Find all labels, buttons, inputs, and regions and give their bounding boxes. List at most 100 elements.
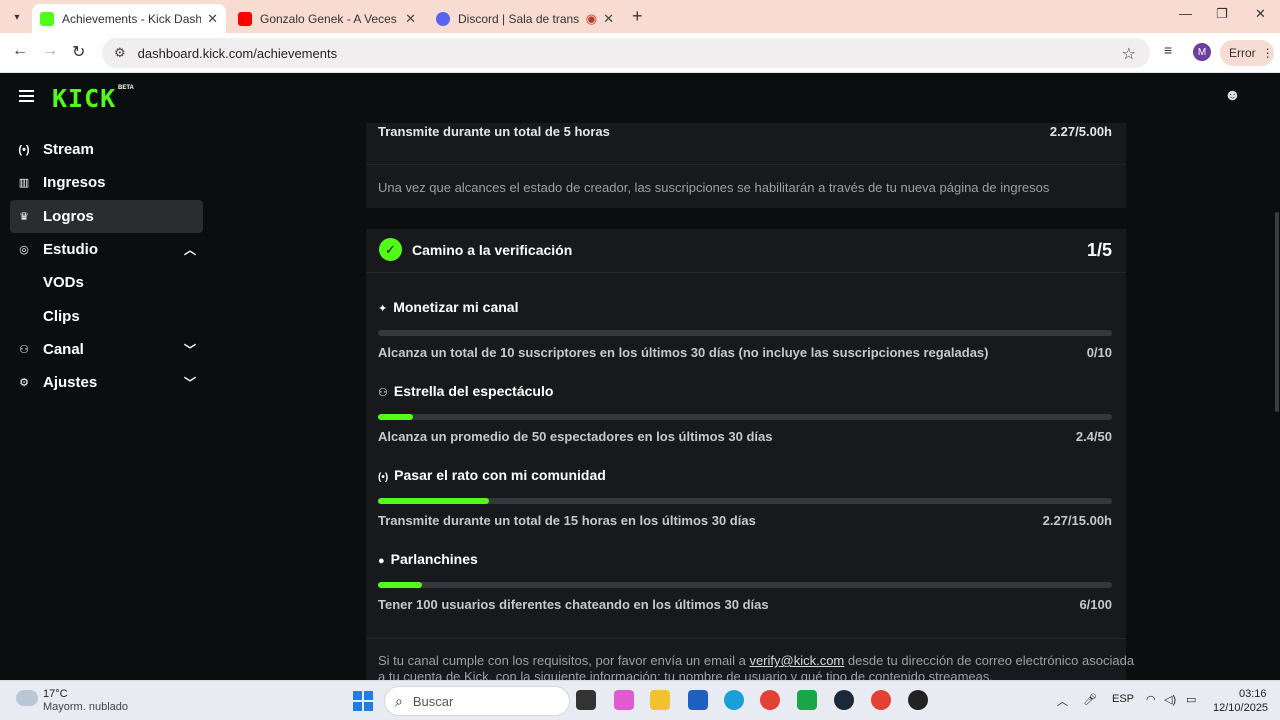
sidebar-item-label: Ingresos [43, 174, 106, 191]
verified-badge-icon: ✓ [379, 238, 402, 261]
bookmark-star-icon[interactable]: ☆ [1122, 44, 1136, 64]
progress-bar [378, 414, 1112, 420]
progress-bar [378, 498, 1112, 504]
kick-favicon-icon [40, 11, 54, 26]
url-bar[interactable]: ⚙ dashboard.kick.com/achievements ☆ [102, 38, 1150, 68]
new-tab-icon[interactable]: + [632, 6, 643, 27]
sidebar-item-label: Canal [43, 341, 84, 358]
language-indicator[interactable]: ESP [1112, 693, 1134, 705]
requirement-progress: 2.27/5.00h [1049, 124, 1112, 139]
broadcast-icon: (•) [378, 472, 389, 483]
sidebar-item-stream[interactable]: (•) Stream [10, 133, 203, 166]
sidebar-item-vods[interactable]: VODs [10, 266, 203, 299]
goal-description: Transmite durante un total de 15 horas e… [378, 513, 756, 528]
goal-monetizar: ✦ Monetizar mi canal [378, 299, 518, 315]
sidebar-item-label: Clips [43, 308, 80, 325]
copilot-icon[interactable] [614, 690, 634, 710]
close-tab-icon[interactable]: ✕ [603, 11, 614, 27]
tab-title: Achievements - Kick Dashboard [62, 11, 202, 26]
forward-icon[interactable]: → [42, 42, 58, 60]
weather-desc[interactable]: Mayorm. nublado [43, 701, 128, 713]
minimize-icon[interactable]: — [1179, 6, 1192, 21]
sidebar-item-ajustes[interactable]: ⚙ Ajustes ﹀ [10, 366, 203, 399]
task-view-icon[interactable] [576, 690, 596, 710]
tab-title: Discord | Sala de transmisió [458, 11, 580, 26]
sidebar-item-label: VODs [43, 274, 84, 291]
microphone-icon[interactable]: 🎤︎ [1083, 693, 1097, 706]
clock-time[interactable]: 03:16 [1239, 688, 1267, 700]
progress-fill [378, 498, 489, 504]
volume-icon[interactable]: ◁) [1164, 693, 1176, 706]
chevron-down-icon: ﹀ [183, 376, 196, 390]
chrome-icon[interactable] [760, 690, 780, 710]
sidebar-item-estudio[interactable]: ◎ Estudio ︿ [10, 233, 203, 266]
error-label: Error [1229, 46, 1256, 60]
back-icon[interactable]: ← [12, 42, 28, 60]
trophy-icon: ♛ [19, 211, 29, 223]
sidebar-item-logros[interactable]: ♛ Logros [10, 200, 203, 233]
steam-icon[interactable] [834, 690, 854, 710]
chevron-down-icon: ﹀ [183, 343, 196, 357]
battery-icon[interactable]: ▭ [1186, 693, 1196, 706]
error-button[interactable]: Error ⋮ [1220, 40, 1274, 66]
sparkle-icon: ✦ [378, 303, 388, 315]
close-tab-icon[interactable]: ✕ [207, 11, 218, 27]
sidebar: (•) Stream ▥ Ingresos ♛ Logros ◎ Estudio… [0, 123, 212, 680]
close-window-icon[interactable]: ✕ [1255, 6, 1266, 22]
reload-icon[interactable]: ↻ [72, 42, 85, 62]
more-menu-icon: ⋮ [1261, 46, 1274, 60]
divider [366, 272, 1126, 273]
beta-badge: BETA [118, 85, 134, 91]
obs-icon[interactable] [908, 690, 928, 710]
file-explorer-icon[interactable] [650, 690, 670, 710]
wifi-icon[interactable]: ◠ [1146, 693, 1156, 706]
goal-progress: 0/10 [1086, 345, 1112, 360]
footer-text: desde tu dirección de correo electrónico… [847, 653, 1135, 668]
tab-kick-dashboard[interactable]: Achievements - Kick Dashboard ✕ [32, 4, 226, 33]
weather-temp[interactable]: 17°C [43, 688, 68, 700]
sidebar-item-canal[interactable]: ⚇ Canal ﹀ [10, 333, 203, 366]
close-tab-icon[interactable]: ✕ [405, 11, 416, 27]
youtube-favicon-icon [238, 11, 252, 26]
page-scrollbar[interactable] [1275, 212, 1279, 412]
cloud-icon[interactable] [16, 690, 38, 706]
profile-avatar[interactable]: M [1193, 43, 1211, 61]
sidebar-item-ingresos[interactable]: ▥ Ingresos [10, 166, 203, 199]
verify-email-link[interactable]: verify@kick.com [749, 653, 844, 668]
tab-search-chevron-icon[interactable]: ▾ [6, 6, 28, 28]
app-green-icon[interactable] [797, 690, 817, 710]
goal-description: Tener 100 usuarios diferentes chateando … [378, 597, 769, 612]
goal-estrella: ⚇ Estrella del espectáculo [378, 383, 553, 399]
search-label: Buscar [412, 693, 454, 709]
chrome-profile-icon[interactable] [871, 690, 891, 710]
progress-fill [378, 582, 423, 588]
recording-indicator-icon: ◉ [585, 10, 598, 26]
hamburger-menu-icon[interactable] [19, 90, 34, 102]
goal-progress: 6/100 [1079, 597, 1112, 612]
tab-discord[interactable]: Discord | Sala de transmisió ◉ ✕ [428, 4, 622, 33]
goal-title: Estrella del espectáculo [393, 383, 554, 399]
restore-icon[interactable]: ❐ [1216, 6, 1228, 22]
store-icon[interactable] [688, 690, 708, 710]
url-text: dashboard.kick.com/achievements [137, 45, 338, 61]
clock-date[interactable]: 12/10/2025 [1213, 702, 1268, 714]
chevron-up-icon: ︿ [183, 243, 196, 257]
divider [366, 638, 1126, 639]
sidebar-item-clips[interactable]: Clips [10, 300, 203, 333]
goal-progress: 2.27/15.00h [1042, 513, 1112, 528]
progress-bar [378, 330, 1112, 336]
taskbar-search[interactable]: ⌕ Buscar [384, 686, 570, 716]
goal-title: Pasar el rato con mi comunidad [394, 467, 606, 483]
edge-icon[interactable] [724, 690, 744, 710]
user-avatar[interactable]: ☻ [1224, 87, 1248, 109]
tab-youtube[interactable]: Gonzalo Genek - A Veces (Aud ✕ [230, 4, 424, 33]
goal-description: Alcanza un total de 10 suscriptores en l… [378, 345, 989, 360]
media-control-icon[interactable]: ≡ [1164, 42, 1172, 58]
site-info-icon[interactable]: ⚙ [114, 45, 126, 61]
chat-icon: ● [378, 555, 385, 567]
kick-logo[interactable]: KICK [52, 84, 116, 113]
address-bar-row: ← → ↻ ⚙ dashboard.kick.com/achievements … [0, 33, 1280, 73]
sidebar-item-label: Ajustes [43, 374, 98, 391]
start-button[interactable] [353, 691, 373, 711]
tray-chevron-icon[interactable]: ︿ [1057, 693, 1068, 709]
